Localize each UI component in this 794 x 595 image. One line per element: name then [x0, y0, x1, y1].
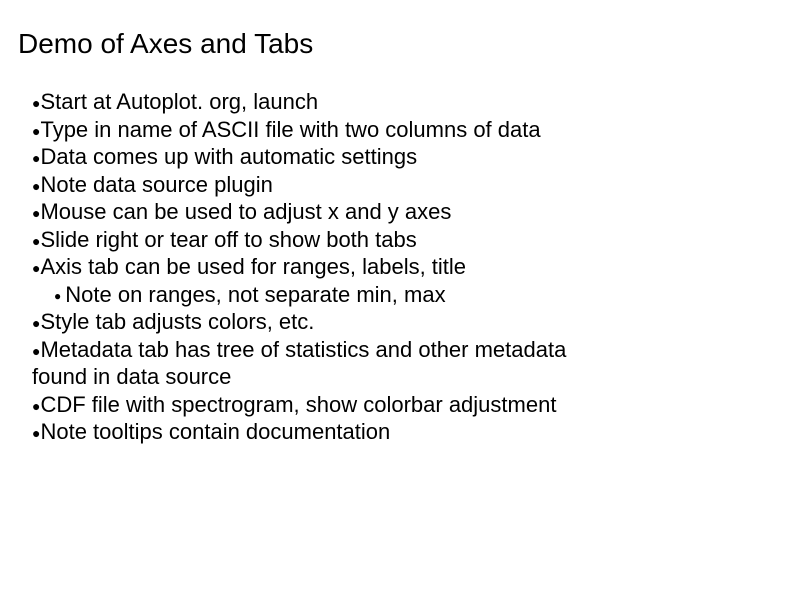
list-item-text: Metadata tab has tree of statistics and … [40, 337, 566, 362]
list-item-text: Axis tab can be used for ranges, labels,… [40, 254, 466, 279]
list-item: ●Mouse can be used to adjust x and y axe… [32, 198, 776, 226]
list-item: ●Slide right or tear off to show both ta… [32, 226, 776, 254]
list-item-text: found in data source [32, 364, 231, 389]
list-item: ●Type in name of ASCII file with two col… [32, 116, 776, 144]
list-item-text: Start at Autoplot. org, launch [40, 89, 318, 114]
slide-title: Demo of Axes and Tabs [18, 28, 776, 60]
list-item-text: Mouse can be used to adjust x and y axes [40, 199, 451, 224]
list-item: ●Style tab adjusts colors, etc. [32, 308, 776, 336]
list-item-text: Note on ranges, not separate min, max [65, 282, 445, 307]
list-item: ●Note data source plugin [32, 171, 776, 199]
list-item-text: CDF file with spectrogram, show colorbar… [40, 392, 556, 417]
list-item-text: Note tooltips contain documentation [40, 419, 390, 444]
list-item-text: Type in name of ASCII file with two colu… [40, 117, 540, 142]
list-item-text: Data comes up with automatic settings [40, 144, 417, 169]
list-item-text: Note data source plugin [40, 172, 272, 197]
list-item-text: Style tab adjusts colors, etc. [40, 309, 314, 334]
list-item-text: Slide right or tear off to show both tab… [40, 227, 416, 252]
list-item: ●Start at Autoplot. org, launch [32, 88, 776, 116]
list-item: ●Data comes up with automatic settings [32, 143, 776, 171]
list-item: ●Metadata tab has tree of statistics and… [32, 336, 776, 364]
list-item-continuation: found in data source [32, 363, 776, 391]
bullet-list: ●Start at Autoplot. org, launch ●Type in… [18, 88, 776, 446]
bullet-icon: ● [54, 290, 61, 302]
list-item: ●Axis tab can be used for ranges, labels… [32, 253, 776, 281]
list-sub-item: ● Note on ranges, not separate min, max [32, 281, 776, 309]
list-item: ●Note tooltips contain documentation [32, 418, 776, 446]
list-item: ●CDF file with spectrogram, show colorba… [32, 391, 776, 419]
